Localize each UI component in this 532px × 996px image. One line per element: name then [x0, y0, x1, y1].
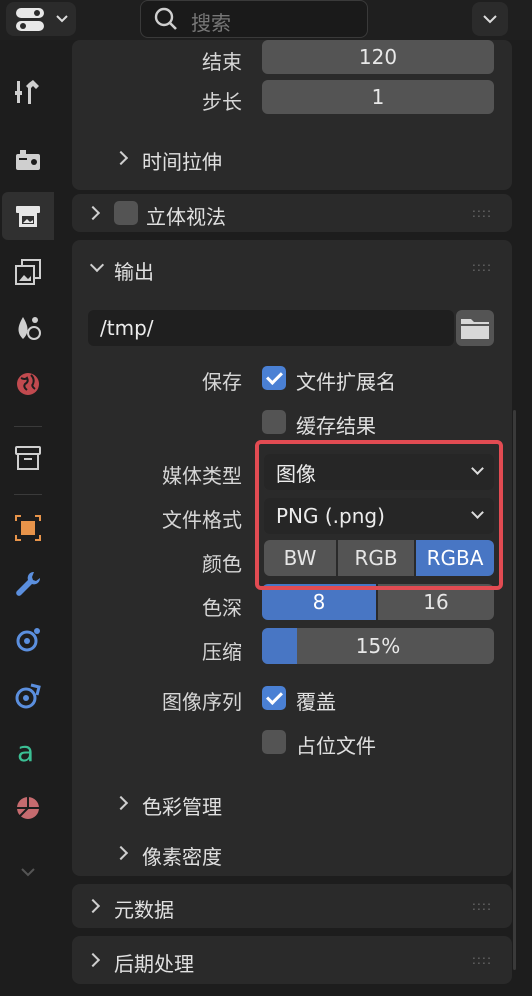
- physics-icon: [15, 683, 41, 709]
- folder-icon: [461, 319, 489, 339]
- compression-slider[interactable]: 15%: [262, 628, 494, 664]
- particles-icon: [16, 628, 40, 652]
- step-field[interactable]: 1: [262, 80, 494, 114]
- output-title[interactable]: 输出: [114, 256, 154, 285]
- drag-handle-icon[interactable]: ::::: [472, 260, 492, 274]
- compression-value: 15%: [355, 634, 401, 658]
- object-icon: [15, 515, 41, 541]
- chevron-right-icon[interactable]: [113, 795, 129, 811]
- drag-handle-icon[interactable]: ::::: [472, 206, 492, 220]
- scrollbar[interactable]: [513, 410, 516, 970]
- properties-tab-bar: a: [0, 40, 56, 996]
- file-extensions-checkbox[interactable]: [262, 366, 286, 390]
- tab-view-layer[interactable]: [2, 248, 54, 296]
- metadata-panel[interactable]: 元数据 ::::: [72, 884, 512, 928]
- tab-particles[interactable]: [2, 616, 54, 664]
- color-depth-label: 色深: [202, 596, 242, 620]
- svg-text:a: a: [17, 737, 34, 767]
- tab-render[interactable]: [2, 136, 54, 184]
- chevron-right-icon[interactable]: [85, 205, 101, 221]
- cache-result-checkbox[interactable]: [262, 410, 286, 434]
- postprocessing-label: 后期处理: [114, 952, 194, 976]
- header-options-dropdown[interactable]: [472, 2, 508, 36]
- media-type-label: 媒体类型: [162, 464, 242, 488]
- placeholders-label: 占位文件: [296, 734, 376, 758]
- output-path-field[interactable]: /tmp/: [88, 310, 454, 346]
- tab-object[interactable]: [2, 504, 54, 552]
- stereoscopy-label: 立体视法: [146, 205, 226, 229]
- collection-icon: [15, 446, 41, 470]
- output-path-value: /tmp/: [100, 316, 154, 340]
- compression-fill: [262, 628, 297, 664]
- frame-range-panel: 结束 120 步长 1 时间拉伸: [72, 40, 512, 190]
- stereoscopy-checkbox[interactable]: [114, 201, 138, 225]
- tab-scene[interactable]: [2, 304, 54, 352]
- time-stretch-label[interactable]: 时间拉伸: [142, 146, 222, 175]
- tab-more[interactable]: [2, 848, 54, 896]
- tab-divider: [14, 426, 42, 427]
- chevron-right-icon[interactable]: [85, 898, 101, 914]
- highlight-box: [255, 440, 503, 590]
- search-icon: [154, 7, 177, 30]
- overwrite-checkbox[interactable]: [262, 686, 286, 710]
- end-field[interactable]: 120: [262, 40, 494, 74]
- tool-icon: [15, 80, 39, 104]
- tab-constraints[interactable]: a: [2, 728, 54, 776]
- view-layer-icon: [15, 259, 41, 285]
- tab-modifier[interactable]: [2, 560, 54, 608]
- chevron-right-icon[interactable]: [113, 150, 129, 166]
- chevron-right-icon[interactable]: [113, 845, 129, 861]
- chevron-down-icon[interactable]: [89, 257, 105, 273]
- cache-result-label: 缓存结果: [296, 414, 376, 438]
- material-icon: [17, 797, 39, 819]
- tab-tool[interactable]: [2, 68, 54, 116]
- end-label: 结束: [202, 50, 242, 74]
- tab-collection[interactable]: [2, 434, 54, 482]
- tab-world[interactable]: [2, 360, 54, 408]
- color-label: 颜色: [202, 552, 242, 576]
- drag-handle-icon[interactable]: ::::: [472, 899, 492, 913]
- pixel-density-label[interactable]: 像素密度: [142, 841, 222, 870]
- tab-output[interactable]: [2, 192, 54, 240]
- chevron-down-icon: [483, 15, 497, 24]
- chevron-down-icon: [21, 868, 35, 877]
- editor-type-icon: [16, 8, 68, 31]
- tab-physics[interactable]: [2, 672, 54, 720]
- step-label: 步长: [202, 90, 242, 114]
- metadata-label: 元数据: [114, 898, 174, 922]
- color-management-label[interactable]: 色彩管理: [142, 791, 222, 820]
- editor-type-button[interactable]: [6, 2, 76, 36]
- constraints-icon: a: [17, 737, 34, 767]
- drag-handle-icon[interactable]: ::::: [472, 953, 492, 967]
- tab-divider: [14, 494, 42, 495]
- compression-label: 压缩: [202, 640, 242, 664]
- chevron-right-icon[interactable]: [85, 952, 101, 968]
- tab-material[interactable]: [2, 784, 54, 832]
- world-icon: [17, 373, 39, 395]
- overwrite-label: 覆盖: [296, 690, 336, 714]
- output-icon: [16, 206, 40, 227]
- image-sequence-label: 图像序列: [162, 690, 242, 714]
- save-label: 保存: [202, 370, 242, 394]
- postprocessing-panel[interactable]: 后期处理 ::::: [72, 936, 512, 984]
- search-input[interactable]: 搜索: [140, 0, 368, 38]
- stereoscopy-panel[interactable]: 立体视法 ::::: [72, 194, 512, 232]
- search-placeholder: 搜索: [191, 11, 231, 35]
- browse-folder-button[interactable]: [456, 310, 494, 346]
- render-icon: [16, 150, 40, 170]
- modifier-icon: [16, 571, 41, 596]
- scene-icon: [18, 317, 41, 340]
- file-extensions-label: 文件扩展名: [296, 370, 396, 394]
- placeholders-checkbox[interactable]: [262, 730, 286, 754]
- file-format-label: 文件格式: [162, 508, 242, 532]
